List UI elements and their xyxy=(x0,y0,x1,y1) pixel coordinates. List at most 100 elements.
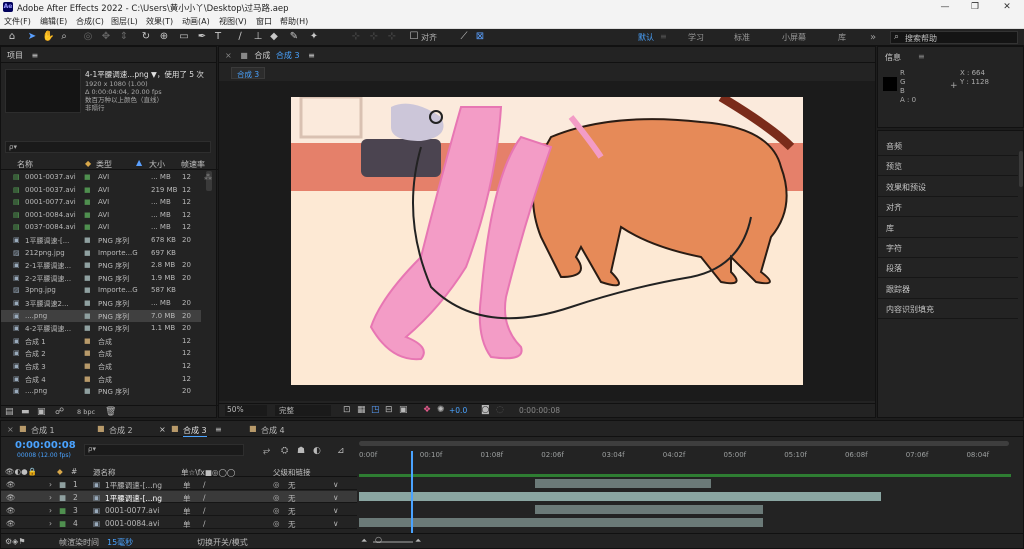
layer-bar[interactable] xyxy=(359,518,764,527)
close-tab-icon[interactable]: × xyxy=(7,425,14,434)
dropdown-icon[interactable]: ∨ xyxy=(333,519,339,528)
project-item[interactable]: ▣ 2-1平腰调速... ■ PNG 序列 2.8 MB 20 xyxy=(1,259,201,272)
timeline-ruler[interactable]: 0:00f 00:10f 01:08f 02:06f 03:04f 04:02f 05:00… xyxy=(359,439,1019,465)
comp-tab[interactable]: 合成 3 xyxy=(276,51,300,60)
project-item[interactable]: ▣ 3平腰调速2... ■ PNG 序列 ... MB 20 xyxy=(1,297,201,310)
rectangle-tool-icon[interactable]: ▭ xyxy=(178,31,190,43)
comp-breadcrumb[interactable]: 合成 3 xyxy=(231,67,266,79)
interpret-footage-icon[interactable]: ▤ xyxy=(5,407,14,417)
project-item[interactable]: ▣ 合成 4 ■ 合成 12 xyxy=(1,373,201,386)
panel-item[interactable]: 音频 xyxy=(878,136,1018,156)
shy-switch[interactable]: 单 xyxy=(183,519,191,530)
graph-editor-icon[interactable]: ⊿ xyxy=(337,446,345,456)
parent-select[interactable]: 无 xyxy=(288,519,296,530)
col-fps[interactable]: 帧速率 xyxy=(181,159,205,170)
timeline-tab-comp4[interactable]: 合成 4 xyxy=(261,425,285,436)
dolly-tool-icon[interactable]: ⇕ xyxy=(118,31,130,43)
playhead[interactable] xyxy=(411,451,414,534)
exposure-value[interactable]: +0.0 xyxy=(449,406,467,415)
project-item[interactable]: ▣ 合成 3 ■ 合成 12 xyxy=(1,360,201,373)
layer-row[interactable]: 👁 › ■ 2 ▣ 1平腰调速-[...ng 单 ∕ ◎ 无 ∨ xyxy=(1,491,357,503)
more-workspaces-icon[interactable]: » xyxy=(870,32,876,43)
close-tab-icon[interactable]: × xyxy=(159,425,166,434)
timeline-current-time[interactable]: 0:00:00:08 xyxy=(15,440,76,451)
show-snapshot-icon[interactable]: ◌ xyxy=(496,405,504,415)
col-type[interactable]: 类型 xyxy=(96,159,112,170)
hand-tool-icon[interactable]: ✋ xyxy=(42,31,54,43)
panel-item[interactable]: 效果和预设 xyxy=(878,177,1018,197)
axis-view-icon[interactable]: ⊹ xyxy=(386,31,398,43)
menu-view[interactable]: 视图(V) xyxy=(219,16,247,27)
timeline-tab-menu-icon[interactable]: ≡ xyxy=(215,425,222,434)
project-item[interactable]: ▣ 合成 1 ■ 合成 12 xyxy=(1,335,201,348)
layer-label-icon[interactable]: ■ xyxy=(59,493,66,502)
project-item[interactable]: ▣ 2-2平腰调速... ■ PNG 序列 1.9 MB 20 xyxy=(1,272,201,285)
label-tag-icon[interactable]: ◆ xyxy=(85,159,91,168)
snapshot-icon[interactable]: ◙ xyxy=(481,405,490,415)
project-item[interactable]: ▤ 0001-0084.avi ■ AVI ... MB 12 xyxy=(1,209,201,222)
pan-tool-icon[interactable]: ✥ xyxy=(100,31,112,43)
color-channel-icon[interactable]: ❖ xyxy=(423,405,431,415)
quality-switch-icon[interactable]: ∕ xyxy=(203,480,206,489)
rotate-tool-icon[interactable]: ↻ xyxy=(140,31,152,43)
workspace-library[interactable]: 库 xyxy=(838,32,846,43)
brush-tool-icon[interactable]: ∕ xyxy=(234,31,246,43)
layer-bar[interactable] xyxy=(535,479,712,488)
motion-blur-icon[interactable]: ◐ xyxy=(313,446,321,456)
panel-item[interactable]: 对齐 xyxy=(878,197,1018,218)
toggle-switches-label[interactable]: 切换开关/模式 xyxy=(197,537,248,548)
project-search-input[interactable]: ρ▾ xyxy=(5,141,211,153)
search-help-field[interactable]: ⌕ 搜索帮助 xyxy=(890,31,1018,44)
visibility-icon[interactable]: 👁 xyxy=(6,506,16,515)
menu-layer[interactable]: 图层(L) xyxy=(111,16,138,27)
col-name[interactable]: 名称 xyxy=(17,159,33,170)
roto-tool-icon[interactable]: ✎ xyxy=(288,31,300,43)
snap-checkbox[interactable]: ☐ xyxy=(408,31,420,43)
menu-file[interactable]: 文件(F) xyxy=(4,16,31,27)
exposure-icon[interactable]: ✺ xyxy=(437,405,445,415)
parent-select[interactable]: 无 xyxy=(288,506,296,517)
lock-icon[interactable]: ■ xyxy=(240,51,248,60)
safe-zone-icon[interactable]: ▣ xyxy=(399,405,408,415)
layer-label-icon[interactable]: ■ xyxy=(59,480,66,489)
expand-icon[interactable]: › xyxy=(49,480,52,489)
right-scrollbar[interactable] xyxy=(1019,151,1023,187)
project-item[interactable]: ▣ ....png ■ PNG 序列 20 xyxy=(1,385,201,398)
shy-switch[interactable]: 单 xyxy=(183,506,191,517)
layer-name[interactable]: 1平腰调速-[...ng xyxy=(105,493,162,504)
transparency-grid-icon[interactable]: ▦ xyxy=(357,405,366,415)
quality-switch-icon[interactable]: ∕ xyxy=(203,506,206,515)
panel-item[interactable]: 库 xyxy=(878,218,1018,238)
workspace-default[interactable]: 默认 xyxy=(638,32,654,43)
anchor-tool-icon[interactable]: ⊕ xyxy=(158,31,170,43)
layer-bar[interactable] xyxy=(535,505,764,514)
pick-whip-icon[interactable]: ◎ xyxy=(273,480,280,489)
pick-whip-icon[interactable]: ◎ xyxy=(273,519,280,528)
render-time-icon[interactable]: ⚙◈⚑ xyxy=(5,537,26,546)
comp-panel-menu-icon[interactable]: ≡ xyxy=(308,51,315,60)
project-item[interactable]: ▣ 1平腰调速-[... ■ PNG 序列 678 KB 20 xyxy=(1,234,201,247)
panel-item[interactable]: 预览 xyxy=(878,156,1018,177)
layer-name[interactable]: 0001-0077.avi xyxy=(105,506,159,515)
zoom-tool-icon[interactable]: ⌕ xyxy=(58,31,70,43)
layer-label-icon[interactable]: ■ xyxy=(59,519,66,528)
timeline-tab-comp1[interactable]: 合成 1 xyxy=(31,425,55,436)
trash-icon[interactable]: 🗑 xyxy=(105,407,116,417)
dropdown-icon[interactable]: ∨ xyxy=(333,506,339,515)
expand-icon[interactable]: › xyxy=(49,493,52,502)
layer-label-icon[interactable]: ■ xyxy=(59,506,66,515)
dropdown-icon[interactable]: ∨ xyxy=(333,480,339,489)
menu-edit[interactable]: 编辑(E) xyxy=(40,16,67,27)
panel-item[interactable]: 跟踪器 xyxy=(878,279,1018,299)
layer-row[interactable]: 👁 › ■ 3 ▣ 0001-0077.avi 单 ∕ ◎ 无 ∨ xyxy=(1,504,357,516)
layer-row[interactable]: 👁 › ■ 4 ▣ 0001-0084.avi 单 ∕ ◎ 无 ∨ xyxy=(1,517,357,529)
menu-composition[interactable]: 合成(C) xyxy=(76,16,104,27)
parent-header[interactable]: 父级和链接 xyxy=(273,467,311,478)
close-icon[interactable]: ✕ xyxy=(992,0,1022,14)
type-tool-icon[interactable]: T xyxy=(212,31,224,43)
project-item[interactable]: ▤ 0037-0084.avi ■ AVI ... MB 12 xyxy=(1,221,201,234)
layer-bar[interactable] xyxy=(359,492,881,501)
new-folder-icon[interactable]: ▬ xyxy=(21,407,30,417)
sort-up-icon[interactable]: ▲ xyxy=(136,158,142,167)
workspace-standard[interactable]: 标准 xyxy=(734,32,750,43)
